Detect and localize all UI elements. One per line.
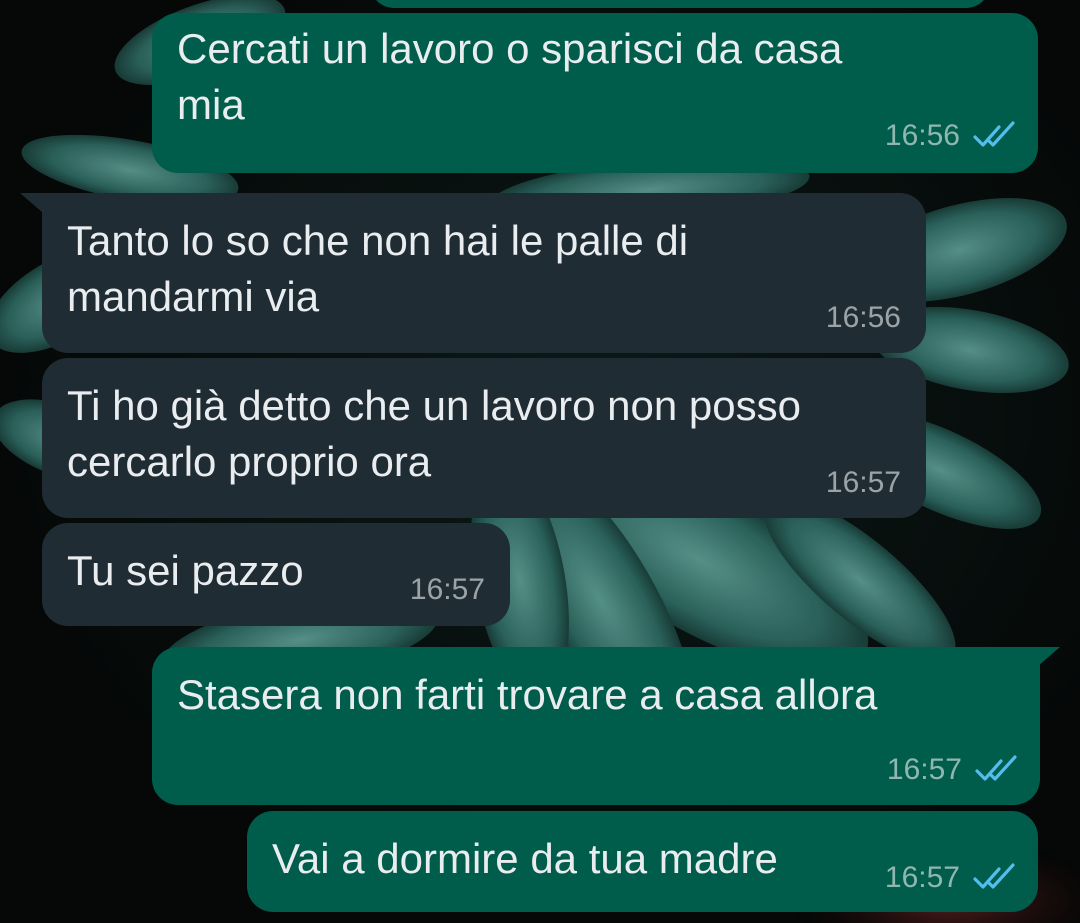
message-bubble-incoming[interactable]: Tanto lo so che non hai le palle di mand… bbox=[42, 193, 926, 353]
message-list[interactable]: Cercati un lavoro o sparisci da casa mia… bbox=[0, 0, 1080, 923]
message-time: 16:57 bbox=[825, 466, 901, 499]
message-time: 16:56 bbox=[825, 301, 901, 334]
read-ticks-icon bbox=[975, 755, 1017, 781]
read-ticks-icon bbox=[973, 121, 1015, 147]
message-meta: 16:57 bbox=[410, 573, 485, 607]
message-meta: 16:56 bbox=[885, 119, 1016, 153]
message-meta: 16:57 bbox=[887, 753, 1018, 787]
message-text: Cercati un lavoro o sparisci da casa mia bbox=[177, 25, 843, 128]
message-time: 16:57 bbox=[409, 573, 485, 606]
message-bubble-partial[interactable] bbox=[370, 0, 990, 8]
read-ticks-icon bbox=[973, 863, 1015, 889]
message-bubble-incoming[interactable]: Tu sei pazzo 16:57 bbox=[42, 523, 510, 626]
message-text: Vai a dormire da tua madre bbox=[272, 835, 778, 882]
message-time: 16:57 bbox=[884, 861, 960, 894]
message-time: 16:57 bbox=[886, 753, 962, 786]
message-text: Tanto lo so che non hai le palle di mand… bbox=[67, 217, 689, 320]
message-meta: 16:56 bbox=[826, 301, 901, 335]
message-bubble-outgoing[interactable]: Cercati un lavoro o sparisci da casa mia… bbox=[152, 13, 1038, 173]
message-text: Tu sei pazzo bbox=[67, 547, 304, 594]
message-bubble-outgoing[interactable]: Stasera non farti trovare a casa allora … bbox=[152, 647, 1040, 805]
message-meta: 16:57 bbox=[826, 466, 901, 500]
message-text: Stasera non farti trovare a casa allora bbox=[177, 671, 878, 718]
message-bubble-outgoing[interactable]: Vai a dormire da tua madre 16:57 bbox=[247, 811, 1038, 912]
message-bubble-incoming[interactable]: Ti ho già detto che un lavoro non posso … bbox=[42, 358, 926, 518]
message-text: Ti ho già detto che un lavoro non posso … bbox=[67, 382, 801, 485]
message-meta: 16:57 bbox=[885, 861, 1016, 895]
message-time: 16:56 bbox=[884, 119, 960, 152]
